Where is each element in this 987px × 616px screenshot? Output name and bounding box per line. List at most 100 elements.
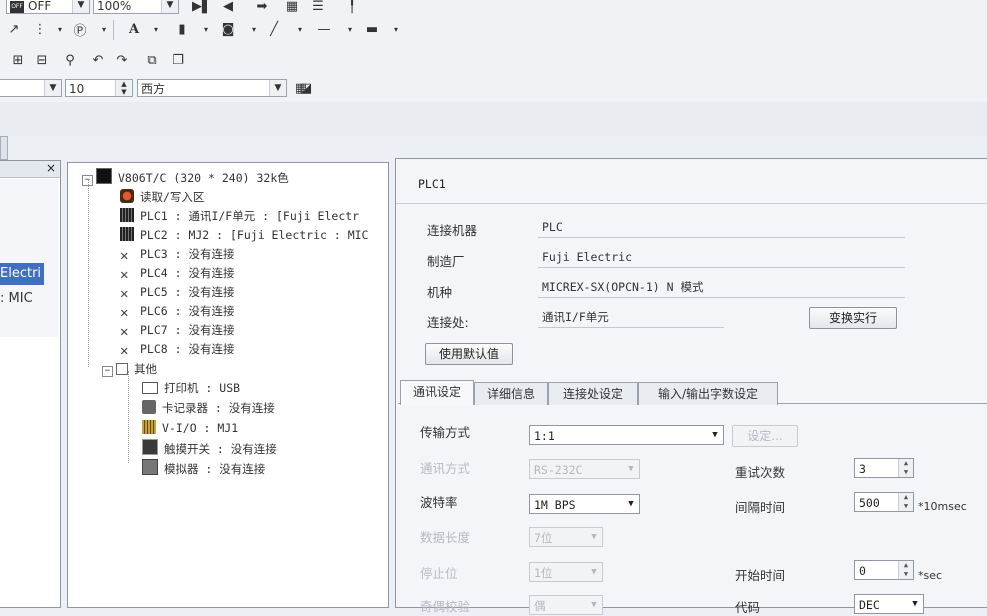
- font-style-combo[interactable]: ▼: [0, 79, 62, 97]
- label-code: 代码: [735, 600, 761, 615]
- group-icon[interactable]: ⊞: [8, 51, 28, 69]
- chevron-down-icon[interactable]: ▼: [269, 80, 286, 96]
- chevron-down-icon[interactable]: ▾: [50, 20, 70, 38]
- crop-icon[interactable]: ⧉: [142, 51, 162, 69]
- marker-icon[interactable]: ▮: [172, 20, 192, 38]
- chevron-down-icon[interactable]: ▾: [290, 20, 310, 38]
- code-select[interactable]: DEC ▼: [854, 594, 924, 614]
- use-default-button[interactable]: 使用默认值: [425, 343, 513, 365]
- line-style-icon[interactable]: —: [314, 20, 334, 38]
- data-length-select[interactable]: 7位 ▼: [529, 527, 603, 547]
- ungroup-icon[interactable]: ⊟: [32, 51, 52, 69]
- tree-item-card-recorder[interactable]: 卡记录器 : 没有连接: [142, 399, 275, 418]
- tree-item-plc4[interactable]: ✕ PLC4 : 没有连接: [120, 264, 234, 283]
- chevron-down-icon[interactable]: ▼: [44, 80, 61, 96]
- pipe-icon[interactable]: ⋮: [30, 20, 50, 38]
- tree-item-plc2[interactable]: PLC2 : MJ2 : [Fuji Electric : MIC: [120, 226, 368, 245]
- right-arrow-icon[interactable]: ➡: [252, 0, 272, 15]
- left-arrow-icon[interactable]: ◀: [218, 0, 238, 15]
- chevron-down-icon[interactable]: ▾: [244, 20, 264, 38]
- start-time-spinner[interactable]: 0 ▲ ▼: [854, 560, 914, 580]
- vio-icon: [142, 420, 156, 434]
- chevron-down-icon: ▼: [628, 499, 634, 509]
- execute-change-button[interactable]: 变换实行: [809, 307, 897, 329]
- tree-item-simulator[interactable]: 模拟器 : 没有连接: [142, 459, 265, 478]
- step-forward-icon[interactable]: ▶▌: [192, 0, 212, 15]
- line-icon[interactable]: ╱: [264, 20, 284, 38]
- collapse-icon[interactable]: −: [102, 366, 113, 377]
- tree-item-plc5[interactable]: ✕ PLC5 : 没有连接: [120, 283, 234, 302]
- close-icon[interactable]: ×: [46, 161, 56, 175]
- cross-icon: ✕: [120, 343, 129, 359]
- tree-panel: − V806T/C (320 * 240) 32k色 读取/写入区 PLC1 : …: [67, 162, 389, 608]
- tab-comm-settings[interactable]: 通讯设定: [400, 380, 474, 405]
- zoom-combo[interactable]: 100% ▼: [93, 0, 179, 14]
- retry-count-spinner[interactable]: 3 ▲ ▼: [854, 458, 914, 478]
- stop-bit-select[interactable]: 1位 ▼: [529, 562, 603, 582]
- cross-icon: ✕: [120, 305, 129, 321]
- redo-icon[interactable]: ↷: [112, 51, 132, 69]
- arrow-icon[interactable]: ↗: [4, 20, 24, 38]
- layer-icon[interactable]: ❐: [168, 51, 188, 69]
- card-icon: [142, 400, 156, 414]
- spinner-icon[interactable]: ▲ ▼: [898, 459, 913, 477]
- toolbar-row-4: ▼ 10 ▲ ▼ 西方 ▼ ▦ ◪: [0, 74, 987, 103]
- parking-icon[interactable]: Ⓟ: [70, 20, 90, 39]
- chevron-down-icon: ▼: [591, 532, 597, 542]
- chevron-down-icon[interactable]: ▾: [386, 20, 406, 38]
- pin-icon[interactable]: ⚲: [60, 51, 80, 69]
- chevron-down-icon: ▼: [712, 430, 718, 440]
- label-start-time: 开始时间: [735, 568, 786, 583]
- label-transfer-mode: 传输方式: [420, 425, 471, 440]
- spinner-icon[interactable]: ▲ ▼: [898, 561, 913, 579]
- tree-root[interactable]: − V806T/C (320 * 240) 32k色: [82, 168, 289, 187]
- camera-icon[interactable]: ◙: [218, 20, 238, 38]
- pin-icon[interactable]: ╿: [342, 0, 362, 15]
- tree-item-rw-area[interactable]: 读取/写入区: [120, 188, 204, 207]
- list-icon[interactable]: ☰: [308, 0, 328, 15]
- label-stop-bit: 停止位: [420, 566, 458, 581]
- font-size-field[interactable]: 10 ▲ ▼: [65, 79, 133, 97]
- tree-item-vio[interactable]: V-I/O : MJ1: [142, 419, 238, 438]
- tree-item-printer[interactable]: 打印机 : USB: [142, 379, 240, 398]
- left-panel: × Electri : MIC: [0, 160, 61, 608]
- cross-icon: ✕: [120, 324, 129, 340]
- tab-details[interactable]: 详细信息: [474, 382, 548, 405]
- transfer-mode-select[interactable]: 1:1 ▼: [529, 425, 724, 445]
- tree-item-touch-switch[interactable]: 触摸开关 : 没有连接: [142, 439, 277, 458]
- interval-unit: *10msec: [918, 500, 967, 513]
- state-combo[interactable]: OFF OFF ▼: [6, 0, 90, 14]
- tree-item-plc3[interactable]: ✕ PLC3 : 没有连接: [120, 245, 234, 264]
- undo-icon[interactable]: ↶: [88, 51, 108, 69]
- left-panel-selected[interactable]: Electri: [0, 263, 44, 285]
- baud-rate-select[interactable]: 1M BPS ▼: [529, 494, 640, 514]
- fill-icon[interactable]: ▬: [362, 20, 382, 38]
- parity-select[interactable]: 偶 ▼: [529, 595, 603, 615]
- chevron-down-icon[interactable]: ▾: [340, 20, 360, 38]
- chevron-down-icon[interactable]: ▾: [146, 20, 166, 38]
- chevron-down-icon[interactable]: ▾: [94, 20, 114, 38]
- interval-spinner[interactable]: 500 ▲ ▼: [854, 492, 914, 512]
- tab-stub[interactable]: [0, 136, 8, 160]
- pen-icon[interactable]: ◪: [296, 79, 316, 97]
- comm-mode-select[interactable]: RS-232C ▼: [529, 459, 640, 479]
- spinner-icon[interactable]: ▲ ▼: [115, 80, 132, 96]
- toolbar-row-1: OFF OFF ▼ 100% ▼ ▶▌ ◀ ➡ ▦ ☰ ╿: [0, 0, 987, 15]
- chevron-down-icon[interactable]: ▾: [196, 20, 216, 38]
- chevron-down-icon: ▼: [591, 600, 597, 610]
- text-tool-icon[interactable]: A: [124, 20, 144, 38]
- chevron-down-icon[interactable]: ▼: [161, 0, 178, 13]
- grid-icon[interactable]: ▦: [282, 0, 302, 15]
- font-name-combo[interactable]: 西方 ▼: [137, 79, 287, 97]
- tab-connection-settings[interactable]: 连接处设定: [548, 382, 638, 405]
- spinner-icon[interactable]: ▲ ▼: [898, 493, 913, 511]
- tree-item-plc6[interactable]: ✕ PLC6 : 没有连接: [120, 302, 234, 321]
- manufacturer-value: Fuji Electric: [538, 246, 905, 268]
- tree-item-plc7[interactable]: ✕ PLC7 : 没有连接: [120, 321, 234, 340]
- transfer-settings-button[interactable]: 设定...: [732, 425, 798, 447]
- tab-io-word-settings[interactable]: 输入/输出字数设定: [638, 382, 778, 405]
- tree-item-plc8[interactable]: ✕ PLC8 : 没有连接: [120, 340, 234, 359]
- plc-icon: [120, 208, 134, 222]
- tree-item-plc1[interactable]: PLC1 : 通讯I/F单元 : [Fuji Electr: [120, 207, 359, 226]
- chevron-down-icon[interactable]: ▼: [72, 0, 89, 13]
